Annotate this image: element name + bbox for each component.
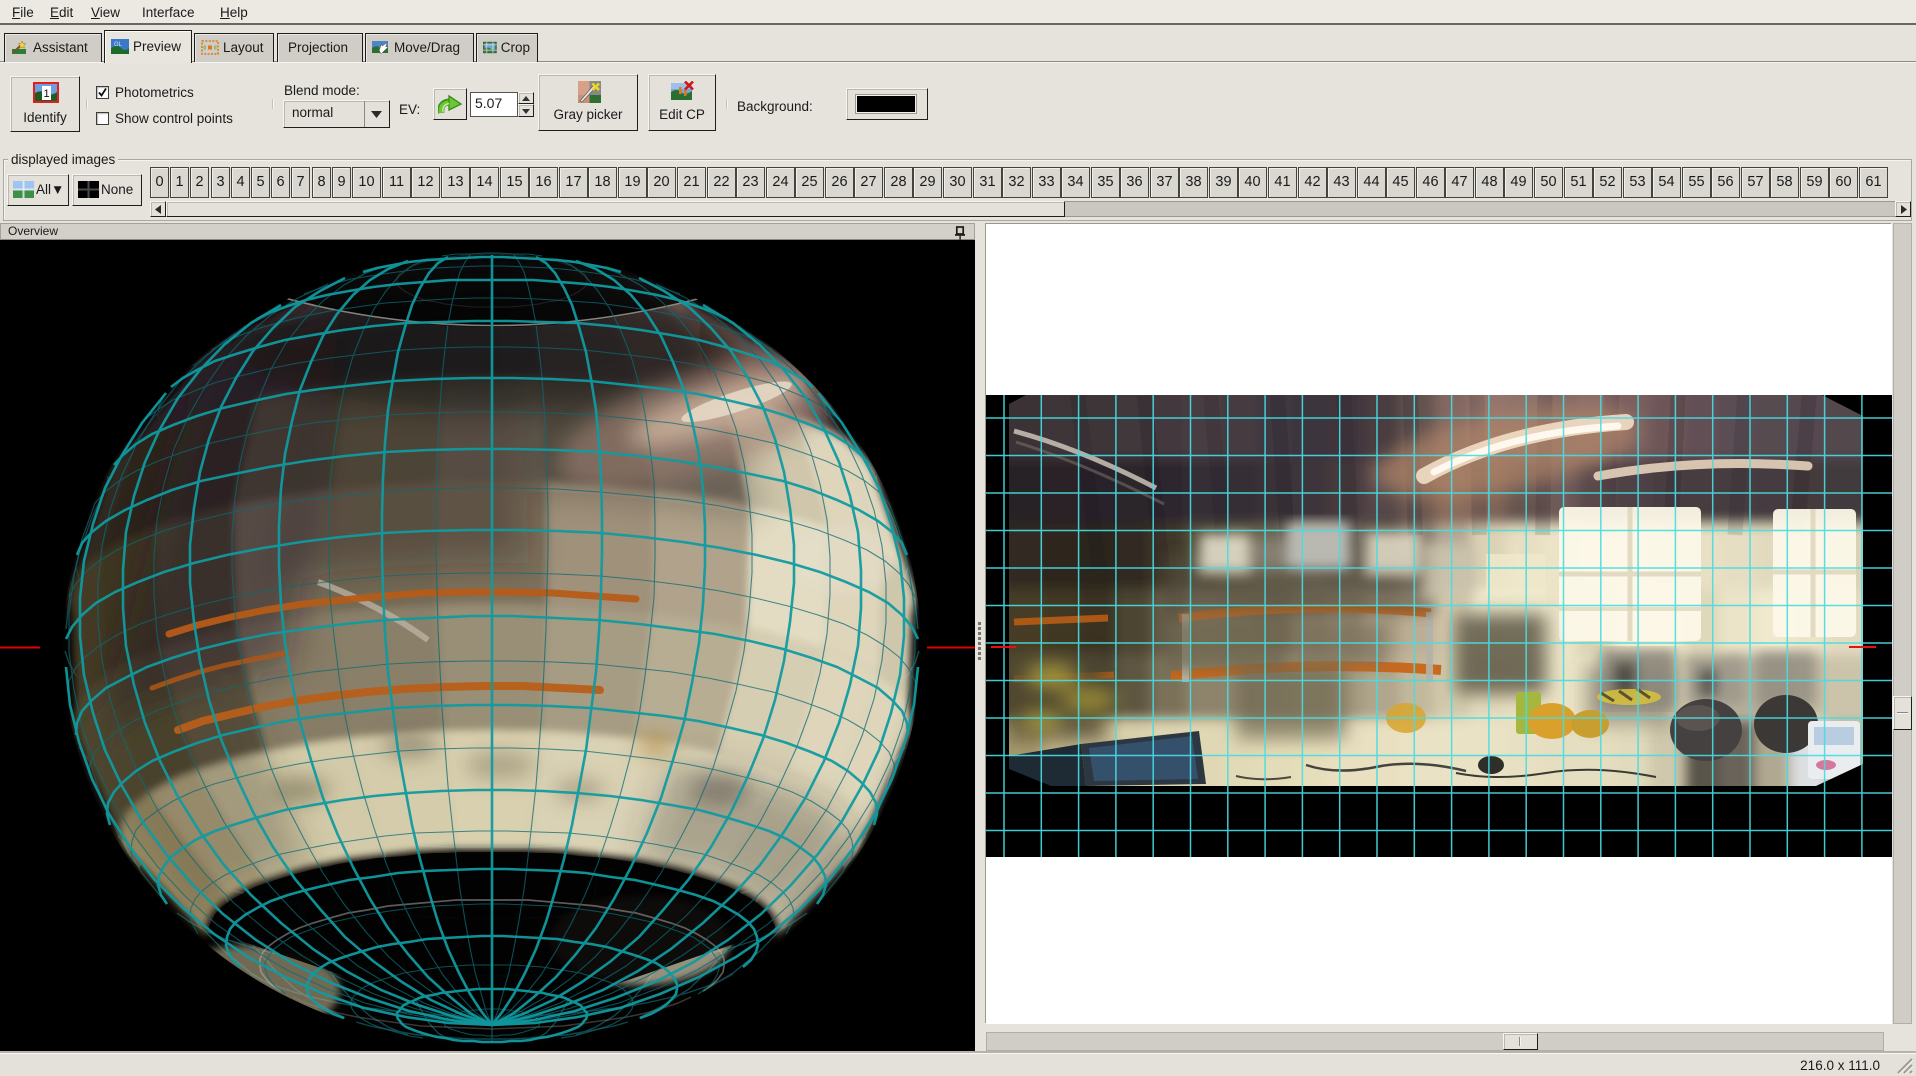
svg-text:GL: GL: [114, 42, 123, 48]
svg-text:1: 1: [43, 88, 49, 100]
